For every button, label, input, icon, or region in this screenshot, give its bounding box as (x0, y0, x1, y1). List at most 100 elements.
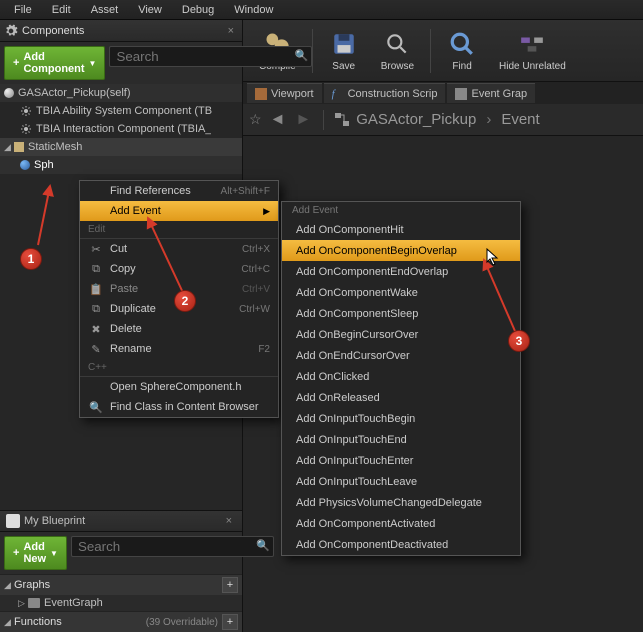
save-button[interactable]: Save (319, 23, 369, 79)
submenu-item[interactable]: Add OnReleased (282, 387, 520, 408)
tree-row-staticmesh[interactable]: ◢ StaticMesh (0, 138, 242, 156)
browse-button[interactable]: Browse (371, 23, 424, 79)
expand-icon[interactable]: ◢ (4, 580, 14, 591)
tree-label: StaticMesh (28, 141, 82, 153)
tab-label: Viewport (271, 88, 314, 100)
hide-icon (517, 29, 547, 59)
browse-icon (382, 29, 412, 59)
tree-label: GASActor_Pickup(self) (18, 87, 130, 99)
function-icon: f (332, 88, 344, 100)
close-icon[interactable]: × (222, 515, 236, 527)
search-icon: 🔍 (88, 401, 104, 414)
annotation-marker-1: 1 (20, 248, 42, 270)
annotation-marker-2: 2 (174, 290, 196, 312)
tab-viewport[interactable]: Viewport (247, 83, 322, 103)
toolbar-label: Save (332, 61, 355, 72)
components-search-input[interactable] (109, 46, 312, 67)
submenu-item[interactable]: Add OnClicked (282, 366, 520, 387)
graph-label: EventGraph (44, 597, 103, 609)
rename-icon: ✎ (88, 343, 104, 356)
submenu-item[interactable]: Add OnInputTouchEnd (282, 429, 520, 450)
menu-edit[interactable]: Edit (42, 2, 81, 18)
blueprint-search-input[interactable] (71, 536, 274, 557)
category-functions[interactable]: ◢ Functions (39 Overridable) + (0, 611, 242, 632)
tab-construction[interactable]: f Construction Scrip (324, 83, 446, 103)
tree-row[interactable]: TBIA Interaction Component (TBIA_ (0, 120, 242, 138)
close-icon[interactable]: × (224, 25, 238, 37)
menu-debug[interactable]: Debug (172, 2, 224, 18)
mouse-cursor (486, 248, 500, 266)
tree-label: Sph (34, 159, 54, 171)
breadcrumb-root[interactable]: GASActor_Pickup (356, 111, 476, 128)
submenu-item[interactable]: Add OnComponentHit (282, 219, 520, 240)
submenu-item[interactable]: Add OnComponentActivated (282, 513, 520, 534)
annotation-arrow (478, 256, 538, 346)
graph-icon (334, 112, 350, 128)
annotation-arrow (28, 180, 58, 250)
add-event-submenu: Add Event Add OnComponentHit Add OnCompon… (281, 201, 521, 556)
breadcrumb-leaf[interactable]: Event (501, 111, 539, 128)
save-icon (329, 29, 359, 59)
graph-icon (28, 598, 40, 608)
chevron-down-icon: ▼ (50, 549, 58, 558)
tab-label: Event Grap (471, 88, 527, 100)
graph-breadcrumb: ☆ ◄ ► GASActor_Pickup › Event (243, 104, 643, 136)
component-tree: GASActor_Pickup(self) TBIA Ability Syste… (0, 84, 242, 174)
submenu-item[interactable]: Add OnInputTouchBegin (282, 408, 520, 429)
my-blueprint-title: My Blueprint (24, 515, 85, 527)
submenu-header: Add Event (282, 202, 520, 219)
tree-label: TBIA Ability System Component (TB (36, 105, 212, 117)
expand-icon[interactable]: ▷ (18, 598, 28, 609)
expand-icon[interactable]: ◢ (4, 142, 14, 153)
nav-back-button[interactable]: ◄ (268, 111, 288, 129)
actor-icon (4, 88, 14, 98)
ctx-find-class[interactable]: 🔍 Find Class in Content Browser (80, 397, 278, 417)
add-new-label: Add New (23, 541, 46, 565)
add-component-button[interactable]: + Add Component ▼ (4, 46, 105, 80)
add-graph-button[interactable]: + (222, 577, 238, 593)
graph-eventgraph[interactable]: ▷ EventGraph (0, 595, 242, 611)
cut-icon: ✂ (88, 243, 104, 256)
favorite-icon[interactable]: ☆ (249, 111, 262, 128)
category-label: Graphs (14, 579, 222, 591)
viewport-icon (255, 88, 267, 100)
mesh-icon (14, 142, 24, 152)
submenu-item[interactable]: Add OnInputTouchLeave (282, 471, 520, 492)
plus-icon: + (13, 57, 19, 69)
submenu-item[interactable]: Add PhysicsVolumeChangedDelegate (282, 492, 520, 513)
category-label: Functions (14, 616, 146, 628)
blueprint-icon (6, 514, 20, 528)
submenu-item[interactable]: Add OnInputTouchEnter (282, 450, 520, 471)
toolbar-label: Hide Unrelated (499, 61, 566, 72)
hide-unrelated-button[interactable]: Hide Unrelated (489, 23, 576, 79)
component-icon (20, 105, 32, 117)
find-button[interactable]: Find (437, 23, 487, 79)
ctx-rename[interactable]: ✎ Rename F2 (80, 339, 278, 359)
ctx-delete[interactable]: ✖ Delete (80, 319, 278, 339)
delete-icon: ✖ (88, 323, 104, 336)
menu-file[interactable]: File (4, 2, 42, 18)
menu-view[interactable]: View (128, 2, 172, 18)
add-new-button[interactable]: + Add New ▼ (4, 536, 67, 570)
add-component-label: Add Component (23, 51, 84, 75)
nav-forward-button[interactable]: ► (293, 111, 313, 129)
tree-row[interactable]: TBIA Ability System Component (TB (0, 102, 242, 120)
search-icon: 🔍 (295, 49, 309, 62)
expand-icon[interactable]: ◢ (4, 617, 14, 628)
submenu-item[interactable]: Add OnEndCursorOver (282, 345, 520, 366)
ctx-open-header[interactable]: Open SphereComponent.h (80, 377, 278, 397)
menu-window[interactable]: Window (224, 2, 283, 18)
tree-row-sphere[interactable]: Sph (0, 156, 242, 174)
add-function-button[interactable]: + (222, 614, 238, 630)
category-graphs[interactable]: ◢ Graphs + (0, 574, 242, 595)
chevron-down-icon: ▼ (89, 59, 97, 68)
menu-asset[interactable]: Asset (81, 2, 129, 18)
ctx-find-references[interactable]: Find References Alt+Shift+F (80, 181, 278, 201)
tree-row-root[interactable]: GASActor_Pickup(self) (0, 84, 242, 102)
my-blueprint-header: My Blueprint × (0, 510, 242, 532)
submenu-item[interactable]: Add OnComponentDeactivated (282, 534, 520, 555)
tab-eventgraph[interactable]: Event Grap (447, 83, 535, 103)
toolbar-label: Find (452, 61, 471, 72)
plus-icon: + (13, 547, 19, 559)
chevron-right-icon: ▶ (263, 206, 270, 217)
